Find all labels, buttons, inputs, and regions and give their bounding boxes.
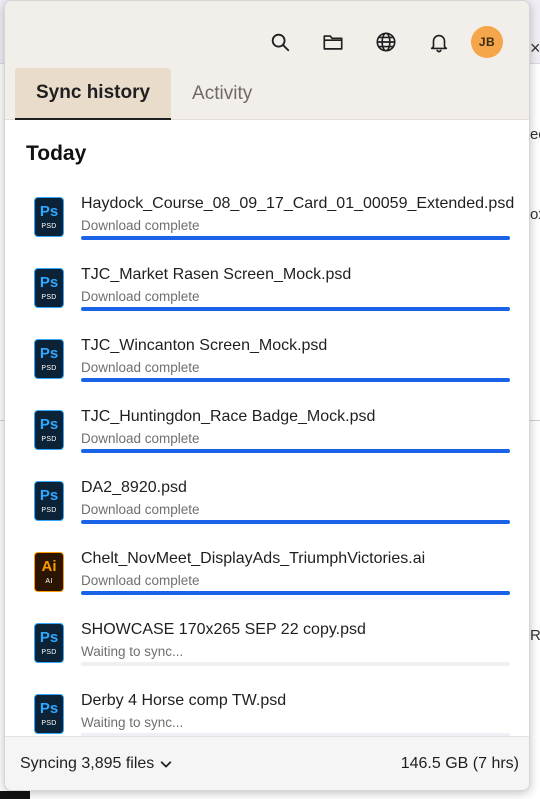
photoshop-file-icon: Ps PSD [34,623,64,663]
file-status: Download complete [81,218,200,233]
file-type-glyph: Ai [41,558,57,575]
background-text-fragment: RE [530,627,540,644]
file-row[interactable]: Ps PSD TJC_Market Rasen Screen_Mock.psd Dow… [5,254,529,325]
file-type-glyph: Ps [39,700,59,717]
file-status: Download complete [81,431,200,446]
file-status: Download complete [81,573,200,588]
file-row[interactable]: Ps PSD TJC_Huntingdon_Race Badge_Mock.psd D… [5,396,529,467]
photoshop-file-icon: Ps PSD [34,197,64,237]
tab-sync-history[interactable]: Sync history [15,68,172,120]
file-name: TJC_Wincanton Screen_Mock.psd [81,337,328,354]
background-text-fragment: ox [530,206,540,223]
file-type-label: PSD [41,365,57,372]
footer: Syncing 3,895 files 146.5 GB (7 hrs) [5,736,529,790]
file-status: Download complete [81,360,200,375]
file-name: Haydock_Course_08_09_17_Card_01_00059_Ex… [81,195,515,212]
background-dock-edge [0,791,30,799]
file-row[interactable]: Ps PSD DA2_8920.psd Download complete [5,467,529,538]
file-row[interactable]: Ps PSD TJC_Wincanton Screen_Mock.psd Downlo… [5,325,529,396]
file-type-glyph: Ps [39,274,59,291]
file-name: TJC_Market Rasen Screen_Mock.psd [81,266,352,283]
file-type-glyph: Ps [39,203,59,220]
file-type-label: PSD [41,294,57,301]
file-status: Waiting to sync... [81,715,184,730]
photoshop-file-icon: Ps PSD [34,410,64,450]
progress-fill [81,378,510,382]
progress-fill [81,307,510,311]
sync-popover: JB Sync history Activity Today Ps PSD Hayd… [4,0,530,791]
file-list: Ps PSD Haydock_Course_08_09_17_Card_01_000… [5,183,529,738]
section-title: Today [26,142,87,165]
progress-fill [81,520,510,524]
photoshop-file-icon: Ps PSD [34,694,64,734]
file-name: Derby 4 Horse comp TW.psd [81,692,287,709]
tab-bar: Sync history Activity [15,68,273,120]
progress-fill [81,591,510,595]
progress-bar [81,662,510,666]
file-name: SHOWCASE 170x265 SEP 22 copy.psd [81,621,366,638]
search-button[interactable] [263,25,297,59]
syncing-files-dropdown[interactable]: Syncing 3,895 files [20,755,173,773]
photoshop-file-icon: Ps PSD [34,268,64,308]
file-type-glyph: Ps [39,487,59,504]
folder-button[interactable] [316,25,350,59]
avatar[interactable]: JB [471,26,503,58]
progress-bar [81,449,510,453]
syncing-files-label: Syncing 3,895 files [20,754,155,772]
file-type-label: PSD [41,436,57,443]
progress-bar [81,591,510,595]
progress-fill [81,449,510,453]
progress-bar [81,378,510,382]
background-divider [530,420,540,421]
file-row[interactable]: Ps PSD Haydock_Course_08_09_17_Card_01_000… [5,183,529,254]
notifications-button[interactable] [422,25,456,59]
file-name: TJC_Huntingdon_Race Badge_Mock.psd [81,408,376,425]
file-type-label: PSD [41,649,57,656]
file-type-glyph: Ps [39,416,59,433]
illustrator-file-icon: Ai AI [34,552,64,592]
progress-bar [81,520,510,524]
popover-header: JB Sync history Activity [5,1,529,120]
search-icon [271,33,290,52]
file-row[interactable]: Ps PSD Derby 4 Horse comp TW.psd Waiting to… [5,680,529,738]
tab-activity[interactable]: Activity [171,68,273,120]
photoshop-file-icon: Ps PSD [34,339,64,379]
file-row[interactable]: Ai AI Chelt_NovMeet_DisplayAds_TriumphVict… [5,538,529,609]
storage-usage: 146.5 GB (7 hrs) [400,754,519,772]
file-type-glyph: Ps [39,629,59,646]
file-type-label: PSD [41,720,57,727]
file-name: Chelt_NovMeet_DisplayAds_TriumphVictorie… [81,550,426,567]
file-name: DA2_8920.psd [81,479,187,496]
file-status: Download complete [81,289,200,304]
sync-history-list-container[interactable]: Today Ps PSD Haydock_Course_08_09_17_Card_… [5,121,529,738]
file-type-label: AI [45,578,53,585]
file-type-glyph: Ps [39,345,59,362]
progress-fill [81,236,510,240]
globe-icon [376,32,396,52]
file-row[interactable]: Ps PSD SHOWCASE 170x265 SEP 22 copy.psd Wai… [5,609,529,680]
folder-icon [323,35,343,50]
photoshop-file-icon: Ps PSD [34,481,64,521]
background-close-fragment: × [530,38,540,58]
file-type-label: PSD [41,507,57,514]
progress-bar [81,236,510,240]
bell-icon [430,34,448,53]
background-text-fragment: ed [530,126,540,143]
file-status: Download complete [81,502,200,517]
file-status: Waiting to sync... [81,644,184,659]
chevron-down-icon [161,760,172,767]
web-button[interactable] [369,25,403,59]
toolbar: JB [244,25,503,59]
progress-bar [81,307,510,311]
file-type-label: PSD [41,223,57,230]
